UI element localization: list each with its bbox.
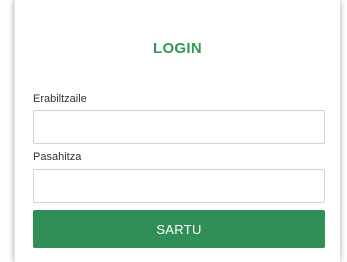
login-title: LOGIN bbox=[153, 40, 202, 57]
submit-button[interactable]: SARTU bbox=[33, 210, 325, 248]
username-label: Erabiltzaile bbox=[33, 93, 87, 105]
login-card: LOGIN Erabiltzaile Pasahitza SARTU bbox=[14, 0, 340, 262]
username-input[interactable] bbox=[33, 110, 325, 144]
password-label: Pasahitza bbox=[33, 151, 82, 163]
password-input[interactable] bbox=[33, 169, 325, 203]
